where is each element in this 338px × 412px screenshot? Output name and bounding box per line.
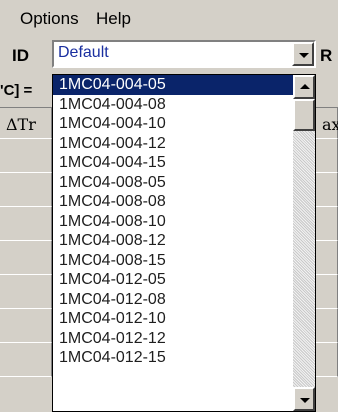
menu-bar: Options Help	[0, 0, 338, 34]
grid-cell	[316, 173, 338, 207]
dropdown-item[interactable]: 1MC04-012-10	[53, 309, 293, 329]
combobox-dropdown-button[interactable]	[292, 42, 314, 66]
r-label-fragment: R	[320, 46, 333, 65]
id-dropdown-list[interactable]: 1MC04-004-05 1MC04-004-08 1MC04-004-10 1MC0…	[52, 74, 316, 412]
chevron-up-icon	[300, 84, 310, 89]
id-combobox-value: Default	[58, 44, 109, 61]
dropdown-item[interactable]: 1MC04-008-12	[53, 231, 293, 251]
grid-cell	[0, 173, 52, 207]
grid-header-right: ax	[322, 115, 338, 134]
grid-cell	[0, 343, 52, 377]
dropdown-item[interactable]: 1MC04-012-12	[53, 329, 293, 349]
dropdown-scrollbar[interactable]	[293, 75, 315, 411]
grid-cell	[316, 241, 338, 275]
scroll-down-button[interactable]	[293, 387, 315, 411]
id-combobox[interactable]: Default	[52, 40, 316, 68]
grid-cell	[316, 207, 338, 241]
grid-cell	[0, 275, 52, 309]
dropdown-item[interactable]: 1MC04-004-15	[53, 153, 293, 173]
dropdown-item[interactable]: 1MC04-012-08	[53, 290, 293, 310]
dropdown-item[interactable]: 1MC04-012-15	[53, 348, 293, 368]
grid-cell	[316, 309, 338, 343]
menu-help[interactable]: Help	[96, 9, 131, 29]
dropdown-items: 1MC04-004-05 1MC04-004-08 1MC04-004-10 1MC0…	[53, 75, 293, 411]
scroll-thumb[interactable]	[293, 99, 315, 131]
id-label: ID	[12, 46, 29, 65]
formula-fragment: 'C] =	[0, 82, 33, 99]
dropdown-item[interactable]: 1MC04-008-10	[53, 212, 293, 232]
dropdown-item-selected[interactable]: 1MC04-004-05	[53, 75, 293, 95]
dropdown-item[interactable]: 1MC04-008-08	[53, 192, 293, 212]
dropdown-item[interactable]: 1MC04-012-05	[53, 270, 293, 290]
grid-cell	[316, 139, 338, 173]
chevron-down-icon	[299, 53, 309, 58]
grid-header-left: ΔTr	[6, 115, 36, 134]
grid-cell	[316, 343, 338, 377]
dropdown-item[interactable]: 1MC04-008-05	[53, 173, 293, 193]
grid-cell	[0, 241, 52, 275]
scroll-up-button[interactable]	[293, 75, 315, 99]
grid-cell	[0, 139, 52, 173]
menu-options[interactable]: Options	[20, 9, 79, 29]
dropdown-item[interactable]: 1MC04-004-10	[53, 114, 293, 134]
dropdown-item[interactable]: 1MC04-008-15	[53, 251, 293, 271]
chevron-down-icon	[300, 398, 310, 403]
grid-cell	[0, 207, 52, 241]
grid-cell	[0, 309, 52, 343]
dropdown-item[interactable]: 1MC04-004-12	[53, 134, 293, 154]
dropdown-item[interactable]: 1MC04-004-08	[53, 95, 293, 115]
grid-cell	[316, 275, 338, 309]
